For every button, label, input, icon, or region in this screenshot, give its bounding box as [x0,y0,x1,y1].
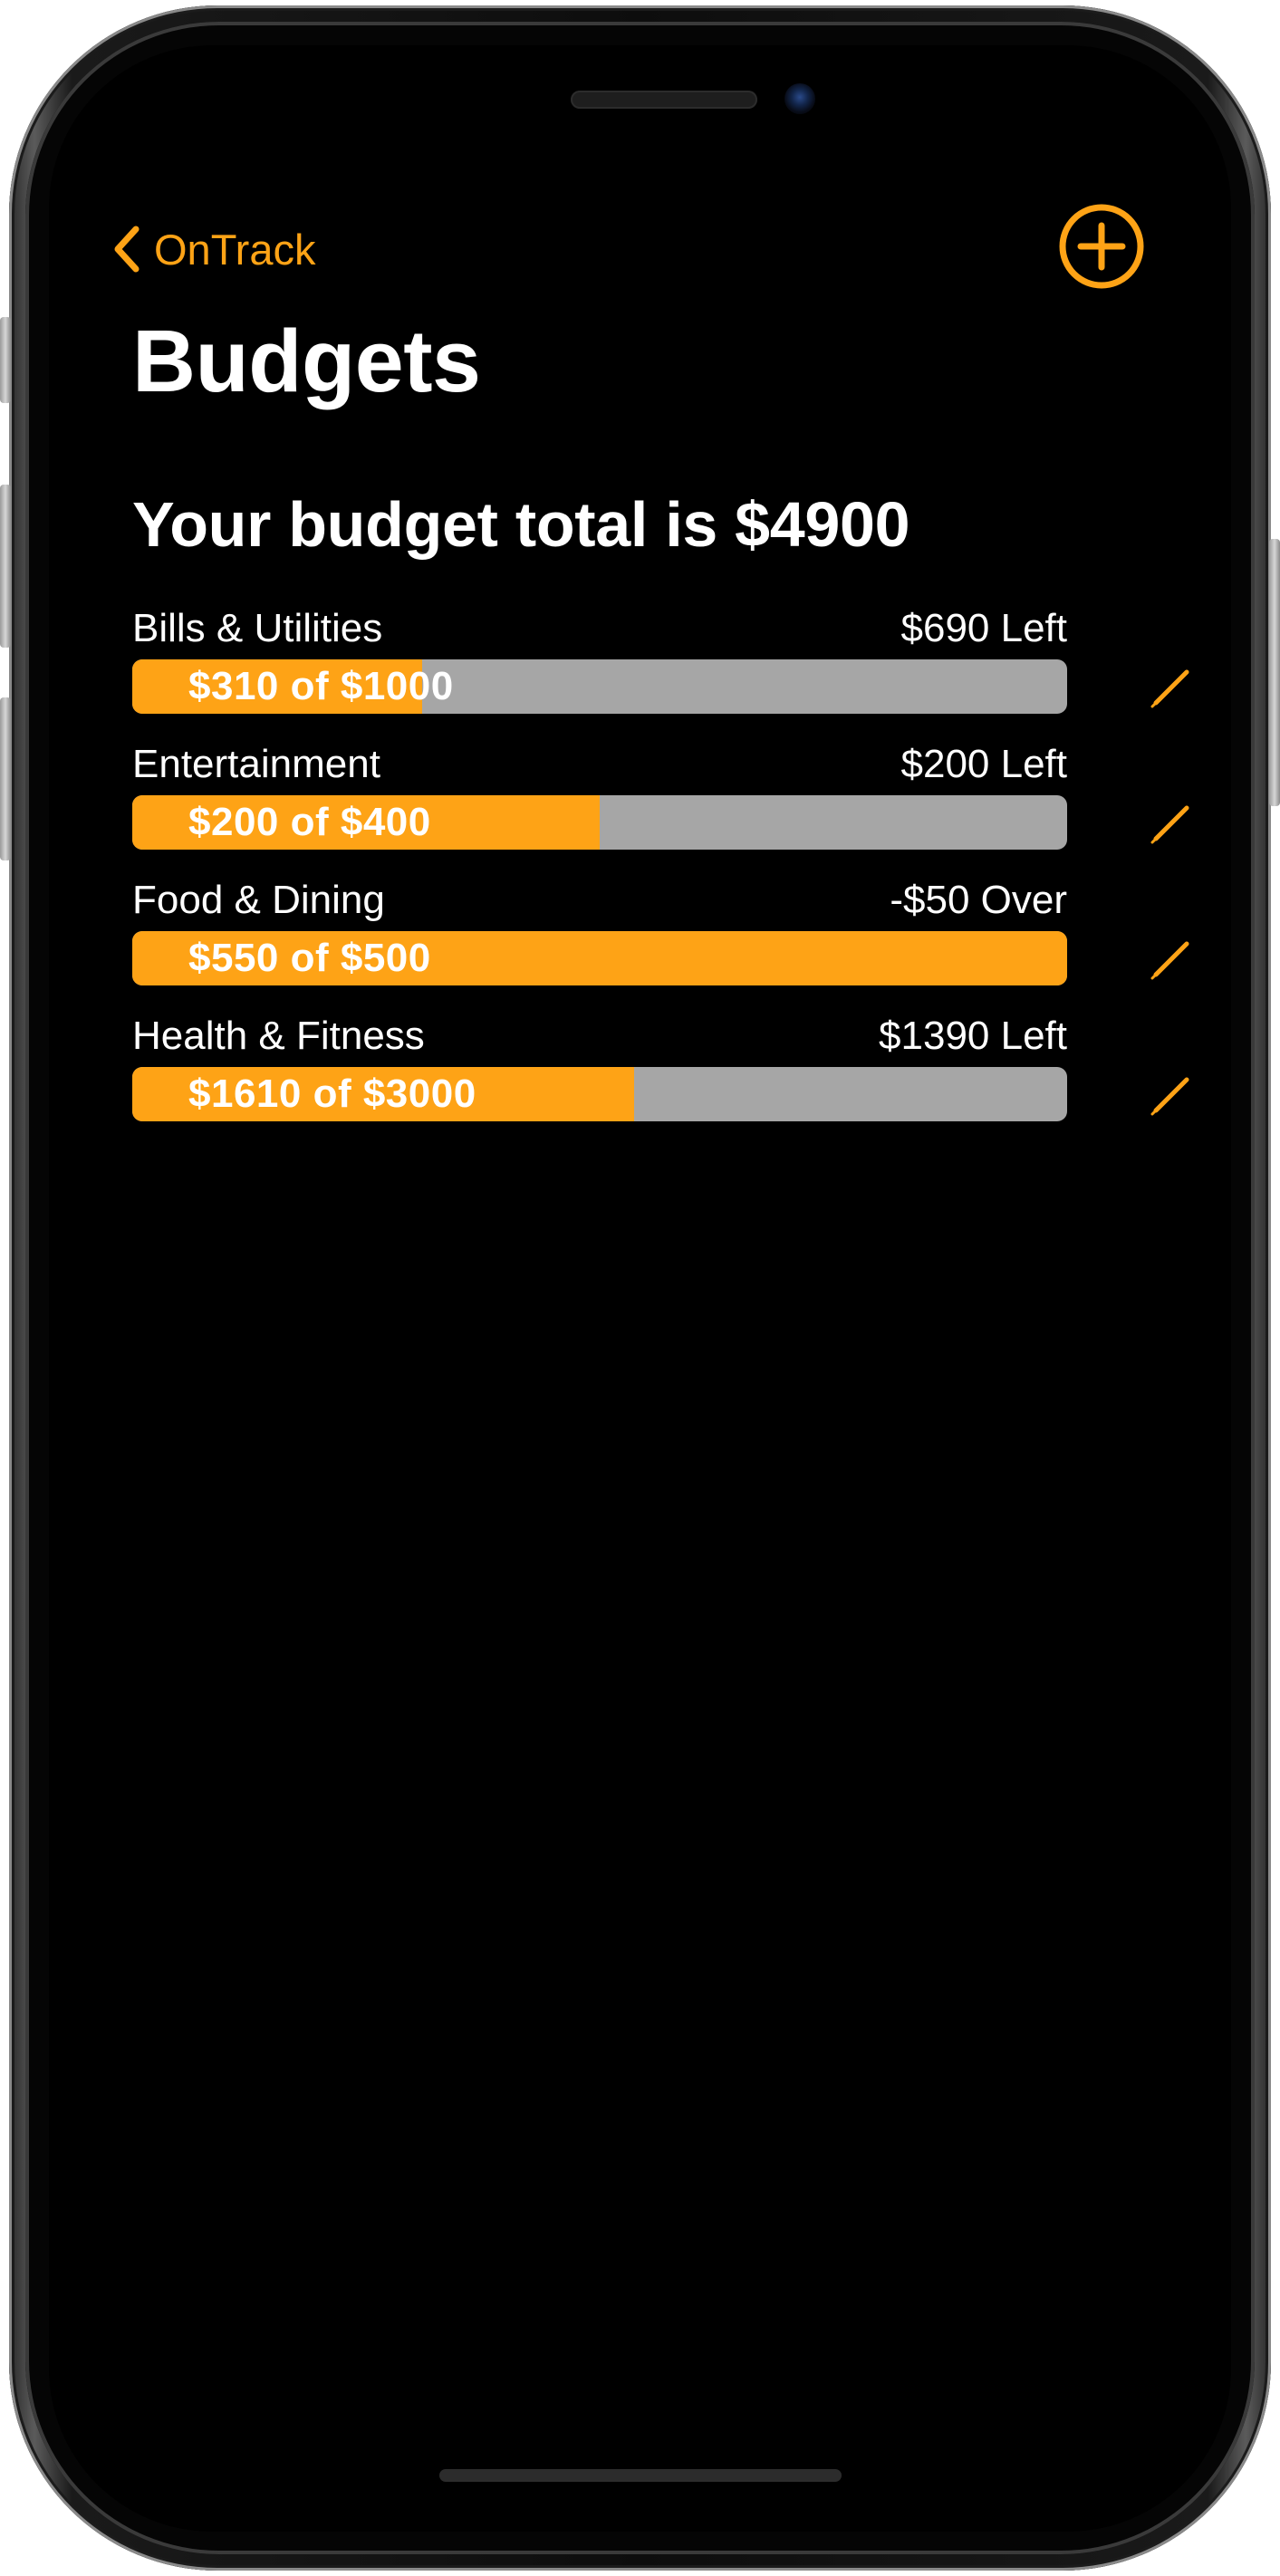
back-button-label: OnTrack [154,225,316,274]
volume-up-button [0,485,11,648]
home-indicator[interactable] [439,2469,842,2482]
budget-progress-text: $550 of $500 [188,936,431,980]
pencil-icon[interactable] [1149,663,1196,710]
budget-progress-text: $200 of $400 [188,800,431,844]
budget-progress-bar: $1610 of $3000 [132,1067,1067,1121]
back-button[interactable]: OnTrack [109,222,315,276]
budget-category-name: Entertainment [132,742,380,786]
power-button [1269,539,1280,806]
silent-switch [0,317,11,403]
budget-row-bills-utilities[interactable]: Bills & Utilities $690 Left $310 of $100… [132,598,1192,734]
page-title: Budgets [132,312,481,410]
budget-category-name: Health & Fitness [132,1014,425,1058]
volume-down-button [0,697,11,860]
budget-row-header: Food & Dining -$50 Over [132,880,1067,920]
budget-remaining: $690 Left [900,606,1068,650]
budget-progress-bar: $550 of $500 [132,931,1067,985]
budget-row-header: Health & Fitness $1390 Left [132,1016,1067,1056]
pencil-icon[interactable] [1149,935,1196,982]
budget-progress-text: $1610 of $3000 [188,1072,476,1116]
budget-total: Your budget total is $4900 [132,489,910,560]
budget-row-food-dining[interactable]: Food & Dining -$50 Over $550 of $500 [132,870,1192,1005]
add-budget-button[interactable] [1056,201,1147,292]
budget-row-entertainment[interactable]: Entertainment $200 Left $200 of $400 [132,734,1192,870]
budget-progress-bar: $200 of $400 [132,795,1067,850]
budget-row-header: Bills & Utilities $690 Left [132,609,1067,649]
budget-progress-text: $310 of $1000 [188,664,454,708]
speaker-grille [571,91,757,109]
budget-row-header: Entertainment $200 Left [132,745,1067,784]
budget-remaining: $200 Left [900,742,1068,786]
budget-row-health-fitness[interactable]: Health & Fitness $1390 Left $1610 of $30… [132,1005,1192,1141]
budget-progress-bar: $310 of $1000 [132,659,1067,714]
budget-category-name: Food & Dining [132,878,385,922]
pencil-icon[interactable] [1149,1071,1196,1118]
screen: OnTrack Budgets Your budget total is $49… [49,45,1231,2532]
budget-remaining: -$50 Over [890,878,1067,922]
pencil-icon[interactable] [1149,799,1196,846]
budget-list: Bills & Utilities $690 Left $310 of $100… [132,598,1192,1141]
plus-circle-icon [1059,204,1144,289]
front-camera [784,83,815,114]
chevron-left-icon [109,222,145,276]
budget-category-name: Bills & Utilities [132,606,383,650]
budget-remaining: $1390 Left [879,1014,1067,1058]
